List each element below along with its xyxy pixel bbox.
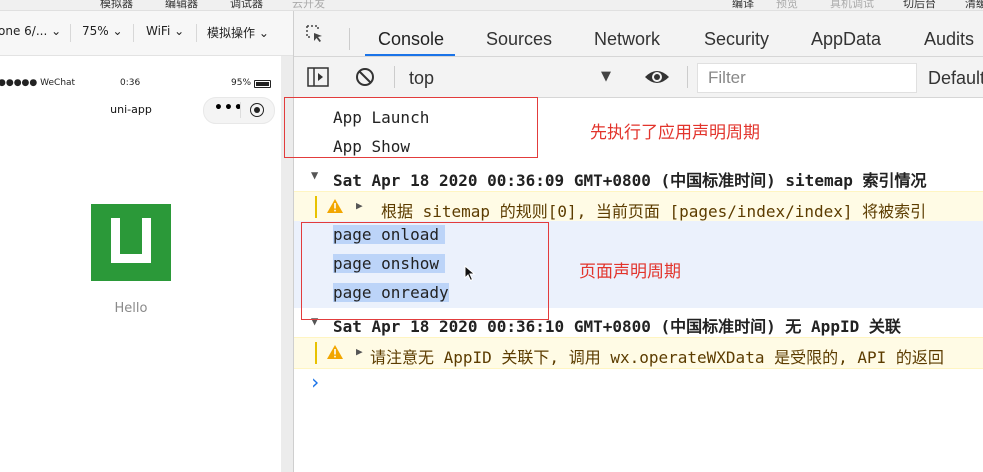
hello-text: Hello <box>114 301 148 316</box>
group-title: Sat Apr 18 2020 00:36:09 GMT+0800 (中国标准时… <box>333 171 927 190</box>
group-indent-bar <box>315 342 317 364</box>
sidebar-toggle-icon[interactable] <box>307 67 329 91</box>
uni-app-logo <box>91 204 171 281</box>
divider <box>70 24 71 42</box>
annotation-page-lifecycle: 页面声明周期 <box>579 262 681 282</box>
context-dropdown-icon[interactable]: ▼ <box>601 69 611 84</box>
debugger-toggle[interactable]: 调试器 <box>230 0 263 10</box>
chevron-down-icon: ⌄ <box>174 24 185 38</box>
console-prompt[interactable]: › <box>294 368 983 397</box>
divider <box>394 66 395 88</box>
divider <box>349 28 350 50</box>
expand-arrow-icon[interactable]: ▶ <box>356 345 363 358</box>
chevron-down-icon: ⌄ <box>51 24 62 38</box>
annotation-box-page <box>301 222 549 320</box>
expand-triangle-icon[interactable]: ▼ <box>311 168 318 182</box>
log-levels-select[interactable]: Default <box>928 68 983 89</box>
tab-appdata[interactable]: AppData <box>811 29 881 50</box>
simulator-controls: one 6/... ⌄ 75% ⌄ WiFi ⌄ 模拟操作 ⌄ <box>0 11 293 56</box>
real-device-debug-button[interactable]: 真机调试 <box>830 0 874 10</box>
annotation-app-lifecycle: 先执行了应用声明周期 <box>590 123 760 143</box>
cloud-dev-button[interactable]: 云开发 <box>292 0 325 10</box>
background-button[interactable]: 切后台 <box>903 0 936 10</box>
preview-button[interactable]: 预览 <box>776 0 798 10</box>
inspect-element-icon[interactable] <box>306 25 322 42</box>
live-expression-eye-icon[interactable] <box>644 67 670 91</box>
prompt-chevron-icon: › <box>309 370 322 394</box>
chevron-down-icon: ⌄ <box>112 24 123 38</box>
annotation-box-app <box>284 97 538 158</box>
logo-glyph-icon <box>111 218 151 263</box>
top-toolbar: 模拟器 编辑器 调试器 云开发 编译 预览 真机调试 切后台 清缓 <box>0 0 983 11</box>
console-filter <box>697 63 917 93</box>
warning-text: 请注意无 AppID 关联下, 调用 wx.operateWXData 是受限的… <box>370 348 944 367</box>
filter-input[interactable] <box>706 67 910 89</box>
time-label: 0:36 <box>120 78 141 88</box>
simulator-toggle[interactable]: 模拟器 <box>100 0 133 10</box>
divider <box>196 24 197 42</box>
context-select[interactable]: top <box>409 68 434 89</box>
compile-button[interactable]: 编译 <box>732 0 754 10</box>
network-select[interactable]: WiFi ⌄ <box>146 24 184 38</box>
mouse-cursor-icon <box>464 264 476 286</box>
tab-console[interactable]: Console <box>378 29 444 50</box>
chevron-down-icon: ⌄ <box>258 26 269 40</box>
devtools-tabbar: Console Sources Network Security AppData… <box>294 11 983 57</box>
active-tab-indicator <box>365 54 455 56</box>
console-toolbar: top ▼ Default <box>294 57 983 98</box>
battery-icon <box>254 80 271 88</box>
expand-arrow-icon[interactable]: ▶ <box>356 199 363 212</box>
operation-select-value: 模拟操作 <box>207 26 256 40</box>
network-select-value: WiFi <box>146 24 171 38</box>
device-select-value: one 6/... <box>0 24 48 38</box>
tab-audits[interactable]: Audits <box>924 29 974 50</box>
zoom-select[interactable]: 75% ⌄ <box>82 24 123 38</box>
mini-program-capsule: ••• <box>203 97 275 124</box>
capsule-divider <box>240 102 241 118</box>
console-warning: ▶ 请注意无 AppID 关联下, 调用 wx.operateWXData 是受… <box>294 337 983 369</box>
divider <box>133 24 134 42</box>
group-indent-bar <box>315 196 317 218</box>
devtools-panel: Console Sources Network Security AppData… <box>284 11 983 472</box>
warning-text: 根据 sitemap 的规则[0], 当前页面 [pages/index/ind… <box>381 202 927 221</box>
tab-sources[interactable]: Sources <box>486 29 552 50</box>
console-warning: ▶ 根据 sitemap 的规则[0], 当前页面 [pages/index/i… <box>294 191 983 223</box>
console-group-header[interactable]: ▼ Sat Apr 18 2020 00:36:09 GMT+0800 (中国标… <box>294 163 983 192</box>
warning-icon <box>326 198 344 218</box>
operation-select[interactable]: 模拟操作 ⌄ <box>207 24 269 41</box>
carrier-label: ●●●●● WeChat <box>0 78 76 88</box>
editor-toggle[interactable]: 编辑器 <box>165 0 198 10</box>
tab-network[interactable]: Network <box>594 29 660 50</box>
close-mini-program-icon[interactable] <box>250 103 264 117</box>
divider <box>687 66 688 88</box>
warning-icon <box>326 344 344 364</box>
tab-security[interactable]: Security <box>704 29 769 50</box>
zoom-select-value: 75% <box>82 24 109 38</box>
clear-console-icon[interactable] <box>355 67 375 91</box>
phone-status-bar: ●●●●● WeChat 0:36 95% <box>0 78 281 94</box>
clear-cache-button[interactable]: 清缓 <box>965 0 983 10</box>
battery-label: 95% <box>231 78 252 88</box>
device-select[interactable]: one 6/... ⌄ <box>0 24 61 38</box>
phone-simulator: ●●●●● WeChat 0:36 95% uni-app ••• Hello <box>0 56 281 472</box>
